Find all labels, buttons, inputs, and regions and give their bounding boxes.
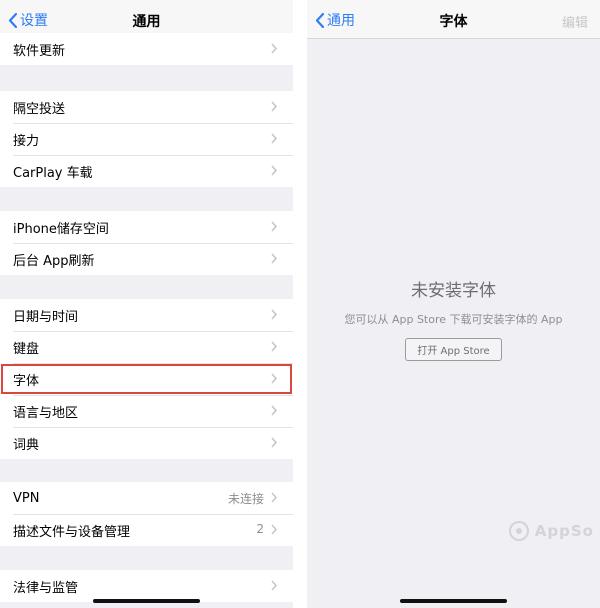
- item-label: 软件更新: [13, 43, 66, 59]
- list-item-legal[interactable]: 法律与监管: [0, 570, 293, 602]
- appso-logo-icon: [508, 521, 529, 541]
- item-label: 字体: [13, 373, 40, 389]
- chevron-right-icon: [271, 373, 277, 384]
- list-item-keyboard[interactable]: 键盘: [0, 331, 293, 363]
- fonts-screen: 通用 字体 编辑 未安装字体 您可以从 App Store 下载可安装字体的 A…: [307, 0, 600, 608]
- chevron-right-icon: [271, 133, 277, 144]
- nav-bar: 通用 字体 编辑: [307, 0, 600, 39]
- settings-group: 法律与监管: [0, 570, 293, 602]
- item-label: 隔空投送: [13, 101, 66, 117]
- empty-title: 未安装字体: [411, 281, 496, 301]
- page-title: 通用: [132, 14, 161, 30]
- list-item-language-region[interactable]: 语言与地区: [0, 395, 293, 427]
- chevron-right-icon: [271, 43, 277, 54]
- open-app-store-button[interactable]: 打开 App Store: [405, 338, 502, 361]
- item-label: 描述文件与设备管理: [13, 524, 131, 540]
- home-indicator[interactable]: [93, 599, 200, 603]
- item-label: VPN: [13, 490, 40, 506]
- empty-subtitle: 您可以从 App Store 下载可安装字体的 App: [344, 313, 563, 326]
- list-item-date-time[interactable]: 日期与时间: [0, 299, 293, 331]
- list-item-background-app-refresh[interactable]: 后台 App刷新: [0, 243, 293, 275]
- item-label: 语言与地区: [13, 405, 79, 421]
- chevron-right-icon: [271, 492, 277, 503]
- list-item-profiles[interactable]: 描述文件与设备管理 2: [0, 514, 293, 546]
- chevron-right-icon: [271, 309, 277, 320]
- item-label: 词典: [13, 437, 40, 453]
- list-item-handoff[interactable]: 接力: [0, 123, 293, 155]
- item-label: 接力: [13, 133, 40, 149]
- settings-group: VPN 未连接 描述文件与设备管理 2: [0, 482, 293, 546]
- chevron-right-icon: [271, 405, 277, 416]
- item-label: 键盘: [13, 341, 40, 357]
- chevron-right-icon: [271, 221, 277, 232]
- settings-group: iPhone储存空间 后台 App刷新: [0, 211, 293, 275]
- chevron-right-icon: [271, 341, 277, 352]
- item-label: 日期与时间: [13, 309, 79, 325]
- item-label: 法律与监管: [13, 580, 79, 596]
- item-label: CarPlay 车载: [13, 165, 93, 181]
- settings-group: 隔空投送 接力 CarPlay 车载: [0, 91, 293, 187]
- list-item-fonts[interactable]: 字体: [0, 363, 293, 395]
- general-settings-screen: 设置 通用 软件更新 隔空投送 接力 CarPlay 车载 iPhone储存空间: [0, 0, 293, 608]
- list-item-carplay[interactable]: CarPlay 车载: [0, 155, 293, 187]
- list-item-vpn[interactable]: VPN 未连接: [0, 482, 293, 514]
- chevron-right-icon: [271, 165, 277, 176]
- chevron-right-icon: [271, 437, 277, 448]
- chevron-right-icon: [271, 253, 277, 264]
- watermark: AppSo: [508, 521, 594, 541]
- list-item-software-update[interactable]: 软件更新: [0, 33, 293, 65]
- chevron-right-icon: [271, 101, 277, 112]
- list-item-dictionary[interactable]: 词典: [0, 427, 293, 459]
- settings-group: 软件更新: [0, 33, 293, 65]
- empty-state: 未安装字体 您可以从 App Store 下载可安装字体的 App 打开 App…: [307, 276, 600, 361]
- edit-button[interactable]: 编辑: [562, 12, 588, 31]
- page-title: 字体: [439, 14, 468, 30]
- watermark-text: AppSo: [534, 522, 594, 540]
- chevron-right-icon: [271, 580, 277, 591]
- list-item-iphone-storage[interactable]: iPhone储存空间: [0, 211, 293, 243]
- list-item-airdrop[interactable]: 隔空投送: [0, 91, 293, 123]
- profile-count: 2: [256, 522, 264, 536]
- item-label: iPhone储存空间: [13, 221, 109, 237]
- vpn-status: 未连接: [227, 492, 264, 506]
- item-label: 后台 App刷新: [13, 253, 95, 269]
- settings-group: 日期与时间 键盘 字体 语言与地区 词典: [0, 299, 293, 459]
- home-indicator[interactable]: [400, 599, 507, 603]
- chevron-right-icon: [271, 524, 277, 535]
